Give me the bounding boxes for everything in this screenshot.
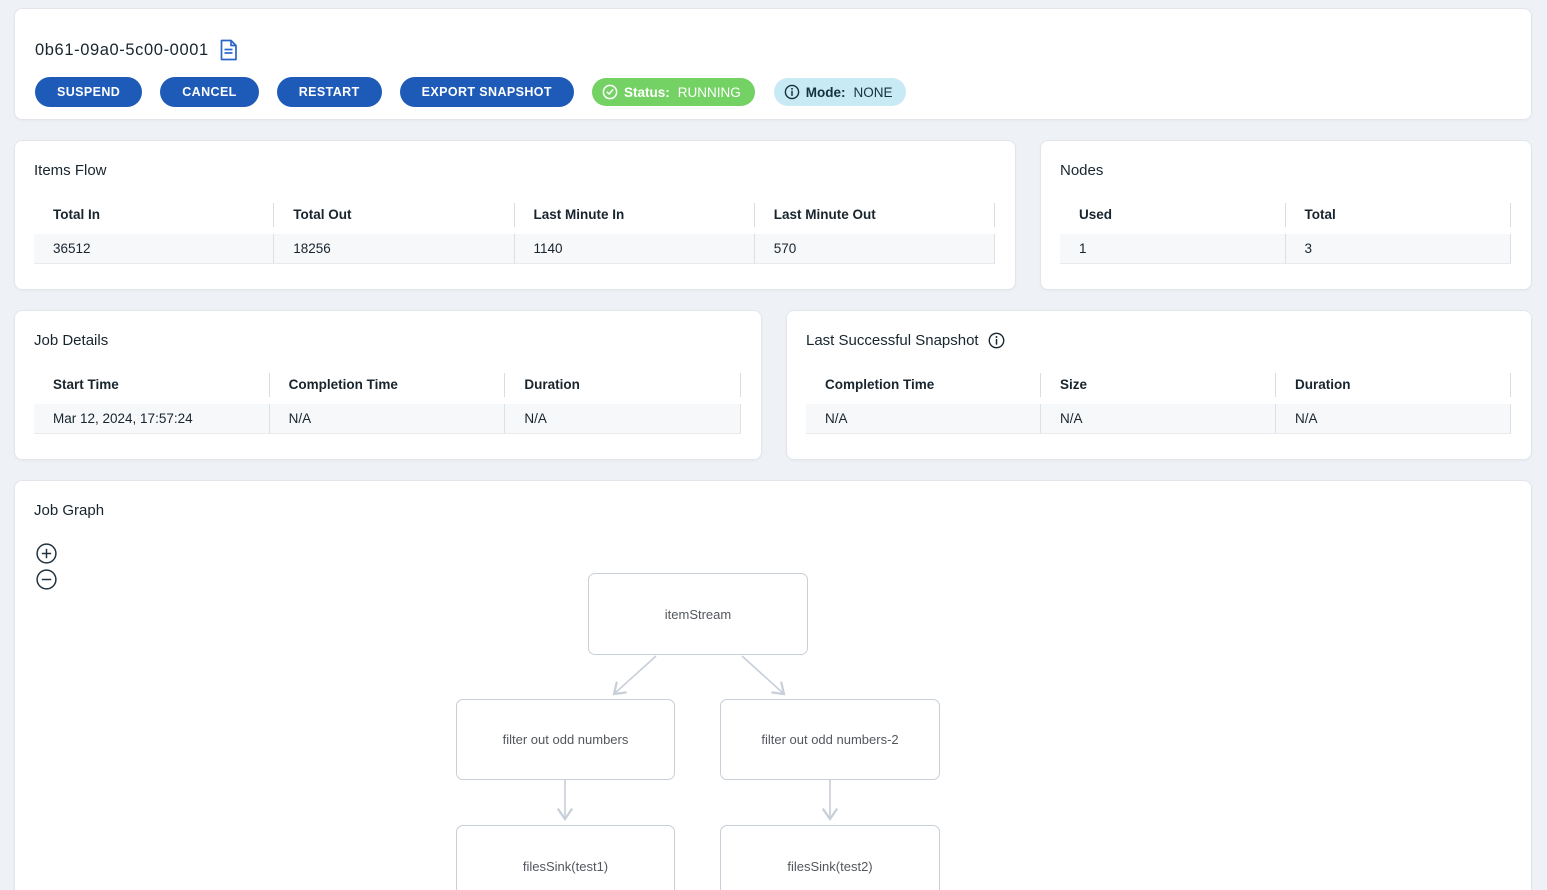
col-duration: Duration: [505, 373, 741, 397]
graph-node-itemstream[interactable]: itemStream: [588, 573, 808, 655]
mode-label: Mode:: [806, 85, 846, 100]
job-details-card: Job Details Start Time Completion Time D…: [14, 310, 762, 460]
last-minute-in-value: 1140: [515, 234, 755, 264]
mode-badge: Mode: NONE: [774, 78, 907, 106]
col-last-minute-out: Last Minute Out: [755, 203, 995, 227]
nodes-card: Nodes Used Total 1 3: [1040, 140, 1532, 290]
items-flow-header-row: Total In Total Out Last Minute In Last M…: [34, 203, 995, 227]
start-time-value: Mar 12, 2024, 17:57:24: [34, 404, 270, 434]
items-flow-data-row: 36512 18256 1140 570: [34, 234, 995, 264]
col-total: Total: [1286, 203, 1512, 227]
nodes-table: Used Total 1 3: [1060, 203, 1511, 264]
job-details-title: Job Details: [34, 332, 108, 349]
graph-node-label: filter out odd numbers: [503, 732, 629, 747]
duration-value: N/A: [505, 404, 741, 434]
col-last-minute-in: Last Minute In: [515, 203, 755, 227]
used-value: 1: [1060, 234, 1286, 264]
suspend-button[interactable]: SUSPEND: [35, 77, 142, 107]
status-label: Status:: [624, 85, 670, 100]
total-value: 3: [1286, 234, 1512, 264]
snapshot-card: Last Successful Snapshot Completion Time…: [786, 310, 1532, 460]
items-flow-card: Items Flow Total In Total Out Last Minut…: [14, 140, 1016, 290]
zoom-in-button[interactable]: [36, 543, 57, 564]
graph-node-label: filesSink(test2): [787, 859, 872, 874]
col-start-time: Start Time: [34, 373, 270, 397]
status-badge: Status: RUNNING: [592, 78, 755, 106]
last-minute-out-value: 570: [755, 234, 995, 264]
items-flow-title: Items Flow: [34, 162, 107, 179]
job-details-header-row: Start Time Completion Time Duration: [34, 373, 741, 397]
job-header-card: 0b61-09a0-5c00-0001 SUSPEND CANCEL RESTA…: [14, 8, 1532, 120]
job-details-data-row: Mar 12, 2024, 17:57:24 N/A N/A: [34, 404, 741, 434]
completion-time-value: N/A: [270, 404, 506, 434]
snapshot-completion-time-value: N/A: [806, 404, 1041, 434]
job-graph-card: Job Graph it: [14, 480, 1532, 890]
export-snapshot-button[interactable]: EXPORT SNAPSHOT: [400, 77, 574, 107]
snapshot-table: Completion Time Size Duration N/A N/A N/…: [806, 373, 1511, 434]
snapshot-info-icon[interactable]: [988, 332, 1005, 349]
col-total-in: Total In: [34, 203, 274, 227]
col-snapshot-completion-time: Completion Time: [806, 373, 1041, 397]
graph-node-filter-odd-2[interactable]: filter out odd numbers-2: [720, 699, 940, 780]
total-in-value: 36512: [34, 234, 274, 264]
snapshot-header-row: Completion Time Size Duration: [806, 373, 1511, 397]
graph-node-label: filesSink(test1): [523, 859, 608, 874]
nodes-title: Nodes: [1060, 162, 1103, 179]
snapshot-data-row: N/A N/A N/A: [806, 404, 1511, 434]
nodes-header-row: Used Total: [1060, 203, 1511, 227]
job-detail-page: 0b61-09a0-5c00-0001 SUSPEND CANCEL RESTA…: [0, 0, 1547, 890]
graph-node-label: itemStream: [665, 607, 731, 622]
col-completion-time: Completion Time: [270, 373, 506, 397]
total-out-value: 18256: [274, 234, 514, 264]
snapshot-size-value: N/A: [1041, 404, 1276, 434]
job-title-row: 0b61-09a0-5c00-0001: [35, 39, 238, 61]
snapshot-duration-value: N/A: [1276, 404, 1511, 434]
job-graph-title: Job Graph: [34, 502, 104, 519]
col-used: Used: [1060, 203, 1286, 227]
restart-button[interactable]: RESTART: [277, 77, 382, 107]
graph-node-filter-odd[interactable]: filter out odd numbers: [456, 699, 675, 780]
check-circle-icon: [602, 84, 618, 100]
status-value: RUNNING: [678, 85, 741, 100]
copy-job-id-icon[interactable]: [219, 39, 238, 61]
snapshot-title: Last Successful Snapshot: [806, 332, 979, 349]
graph-node-label: filter out odd numbers-2: [761, 732, 898, 747]
mode-value: NONE: [853, 85, 892, 100]
col-total-out: Total Out: [274, 203, 514, 227]
job-actions-row: SUSPEND CANCEL RESTART EXPORT SNAPSHOT S…: [35, 77, 906, 107]
nodes-data-row: 1 3: [1060, 234, 1511, 264]
graph-node-filessink-test2[interactable]: filesSink(test2): [720, 825, 940, 890]
items-flow-table: Total In Total Out Last Minute In Last M…: [34, 203, 995, 264]
graph-node-filessink-test1[interactable]: filesSink(test1): [456, 825, 675, 890]
col-snapshot-duration: Duration: [1276, 373, 1511, 397]
info-circle-icon: [784, 84, 800, 100]
page-title: 0b61-09a0-5c00-0001: [35, 41, 209, 60]
snapshot-title-row: Last Successful Snapshot: [806, 332, 1005, 349]
col-snapshot-size: Size: [1041, 373, 1276, 397]
zoom-out-button[interactable]: [36, 569, 57, 590]
cancel-button[interactable]: CANCEL: [160, 77, 258, 107]
job-details-table: Start Time Completion Time Duration Mar …: [34, 373, 741, 434]
